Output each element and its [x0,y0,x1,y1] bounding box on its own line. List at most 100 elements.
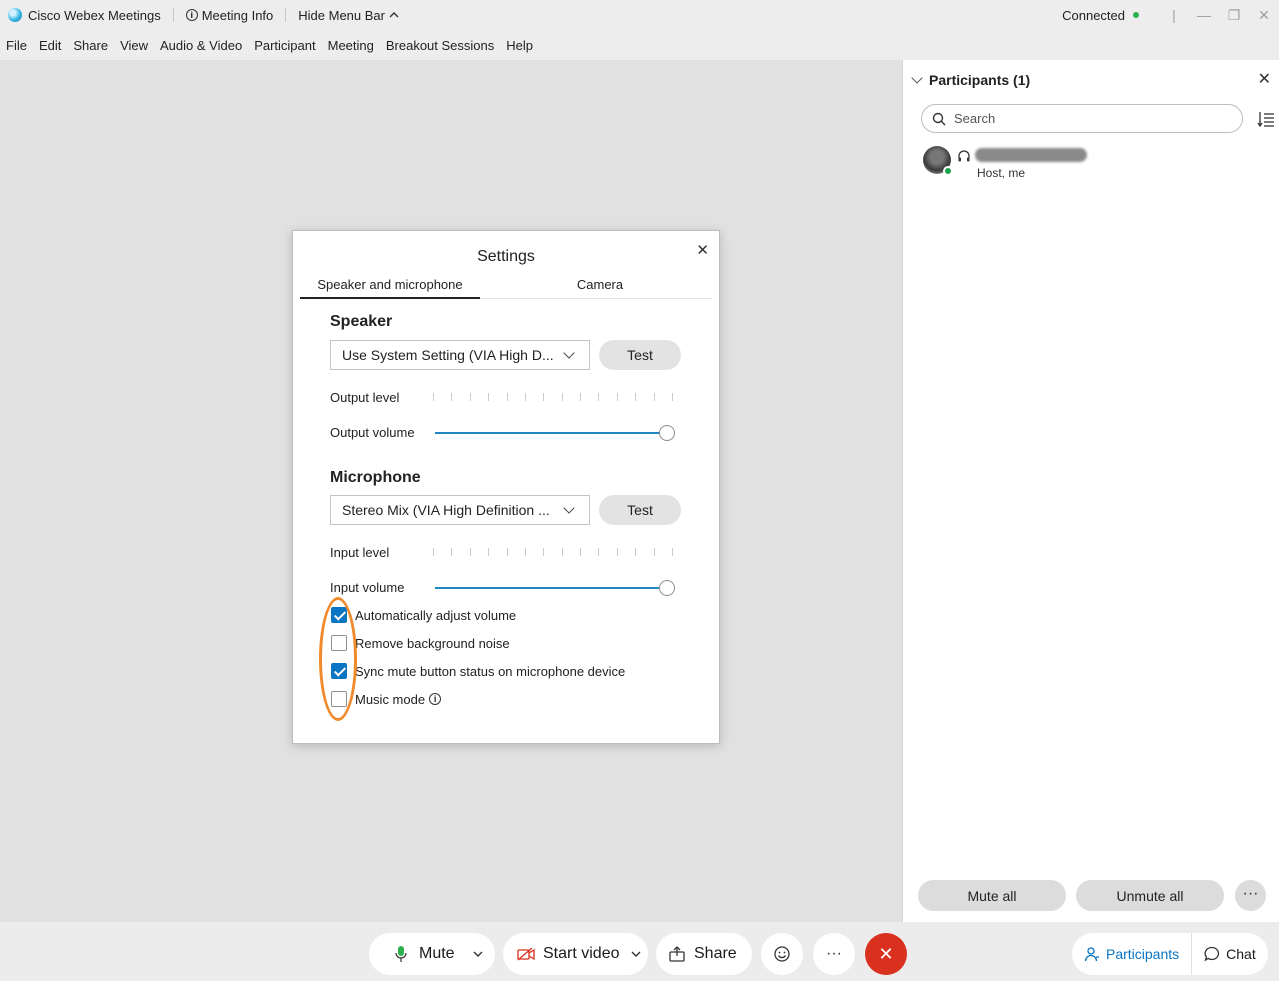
chat-icon [1204,946,1220,962]
divider [285,8,287,22]
chat-tab-label: Chat [1226,946,1256,962]
slider-track [435,432,659,434]
input-level-meter [433,548,673,558]
close-icon: ✕ [878,943,894,964]
speaker-device-value: Use System Setting (VIA High D... [342,347,554,363]
sync-mute-label: Sync mute button status on microphone de… [355,663,626,679]
restore-icon[interactable]: ❐ [1219,7,1249,24]
info-icon: i [185,9,198,21]
headset-icon [958,150,970,162]
participant-search[interactable] [921,104,1243,133]
chevron-up-icon [389,12,399,18]
remove-background-noise-checkbox[interactable] [331,635,347,651]
meeting-info-label: Meeting Info [201,7,274,23]
menu-edit[interactable]: Edit [39,38,61,53]
share-button[interactable]: Share [656,933,752,975]
meeting-info-button[interactable]: i Meeting Info [185,7,274,23]
menu-breakout-sessions[interactable]: Breakout Sessions [386,38,494,53]
settings-dialog: Settings ✕ Speaker and microphone Camera… [292,230,720,744]
sync-mute-checkbox[interactable] [331,663,347,679]
search-icon [932,112,946,125]
auto-adjust-volume-option[interactable]: Automatically adjust volume [331,607,516,623]
chevron-down-icon[interactable] [473,951,483,958]
remove-background-noise-option[interactable]: Remove background noise [331,635,510,651]
output-level-meter [433,393,673,403]
tab-speaker-and-microphone[interactable]: Speaker and microphone [300,277,480,299]
unmute-all-button[interactable]: Unmute all [1076,880,1224,911]
input-volume-label: Input volume [330,580,405,595]
hide-menu-bar-label: Hide Menu Bar [298,7,385,23]
close-panel-icon[interactable]: ✕ [1258,69,1271,89]
speaker-select[interactable]: Use System Setting (VIA High D... [330,340,590,370]
menu-audio-video[interactable]: Audio & Video [160,38,242,53]
emoji-icon [774,946,790,962]
participant-row[interactable]: Host, me [921,144,1261,184]
dialog-title: Settings [477,248,535,265]
reactions-button[interactable] [761,933,803,975]
slider-thumb[interactable] [659,580,675,596]
mute-all-button[interactable]: Mute all [918,880,1066,911]
auto-adjust-volume-checkbox[interactable] [331,607,347,623]
participants-tab-label: Participants [1106,946,1180,962]
connection-status-label: Connected [1062,7,1125,23]
slider-thumb[interactable] [659,425,675,441]
menu-bar: File Edit Share View Audio & Video Parti… [0,30,1279,60]
participants-title: Participants (1) [929,72,1031,88]
search-input[interactable] [954,111,1214,126]
share-icon [669,946,685,962]
start-video-button[interactable]: Start video [503,933,648,975]
menu-view[interactable]: View [120,38,148,53]
input-volume-slider[interactable] [435,580,675,596]
tab-chat[interactable]: Chat [1192,933,1268,975]
chevron-down-icon [563,347,575,359]
menu-participant[interactable]: Participant [254,38,315,53]
app-title: Cisco Webex Meetings [28,7,161,23]
start-video-label: Start video [543,945,620,962]
panel-tabs: Participants Chat [1072,933,1268,975]
minimize-icon[interactable]: — [1189,7,1219,23]
more-options-icon[interactable]: ··· [1235,880,1266,911]
output-volume-label: Output volume [330,425,415,440]
close-dialog-icon[interactable]: ✕ [696,241,709,259]
menu-share[interactable]: Share [73,38,108,53]
participants-icon [1084,947,1099,962]
output-volume-slider[interactable] [435,425,675,441]
input-level-label: Input level [330,545,390,560]
sort-icon[interactable] [1257,110,1275,128]
hide-menu-bar-button[interactable]: Hide Menu Bar [298,8,399,23]
menu-meeting[interactable]: Meeting [328,38,374,53]
speaker-test-button[interactable]: Test [599,340,681,370]
end-meeting-button[interactable]: ✕ [865,933,907,975]
online-badge-icon [943,166,953,176]
mute-label: Mute [419,945,455,962]
info-icon[interactable]: i [429,693,442,705]
music-mode-option[interactable]: Music mode i [331,691,442,707]
close-window-icon[interactable]: ✕ [1249,7,1279,24]
settings-tabs: Speaker and microphone Camera [300,277,712,299]
participant-name-redacted [975,148,1087,162]
menu-file[interactable]: File [6,38,27,53]
tab-participants[interactable]: Participants [1072,933,1191,975]
participants-header[interactable]: Participants (1) [911,71,1031,88]
chevron-down-icon[interactable] [631,951,641,958]
auto-adjust-volume-label: Automatically adjust volume [355,607,517,623]
microphone-test-button[interactable]: Test [599,495,681,525]
sync-mute-option[interactable]: Sync mute button status on microphone de… [331,663,625,679]
music-mode-label: Music mode [355,691,426,707]
webex-logo-icon [8,8,22,22]
bottom-control-bar: Mute Start video Share ··· ✕ Participant… [0,922,1279,981]
remove-background-noise-label: Remove background noise [355,635,510,651]
output-level-label: Output level [330,390,400,405]
slider-track [435,587,659,589]
participant-role: Host, me [977,166,1026,180]
share-label: Share [694,945,737,962]
tab-camera[interactable]: Camera [530,277,670,299]
title-bar: Cisco Webex Meetings i Meeting Info Hide… [0,0,1279,30]
music-mode-checkbox[interactable] [331,691,347,707]
microphone-icon [395,946,407,962]
chevron-down-icon [563,502,575,514]
menu-help[interactable]: Help [506,38,533,53]
more-button[interactable]: ··· [813,933,855,975]
microphone-select[interactable]: Stereo Mix (VIA High Definition ... [330,495,590,525]
mute-button[interactable]: Mute [369,933,495,975]
